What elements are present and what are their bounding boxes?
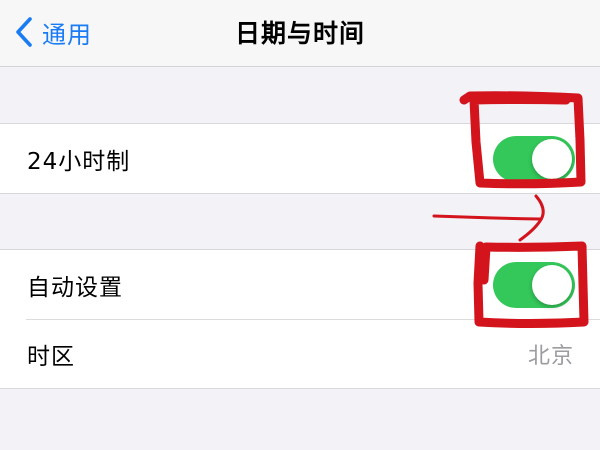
page-title: 日期与时间 bbox=[234, 19, 365, 48]
settings-group-auto: 自动设置 时区 北京 bbox=[0, 249, 600, 389]
setting-label-24-hour: 24小时制 bbox=[27, 148, 131, 175]
annotation-arrow bbox=[432, 194, 545, 242]
settings-group-time-format: 24小时制 bbox=[0, 123, 600, 194]
setting-row-set-automatically: 自动设置 bbox=[0, 250, 600, 319]
time-zone-value: 北京 bbox=[527, 343, 574, 369]
setting-row-time-zone[interactable]: 时区 北京 bbox=[0, 319, 600, 388]
toggle-knob bbox=[532, 264, 572, 305]
toggle-24-hour[interactable] bbox=[493, 135, 575, 182]
setting-row-24-hour: 24小时制 bbox=[0, 124, 600, 193]
toggle-set-automatically[interactable] bbox=[493, 261, 575, 308]
setting-label-set-automatically: 自动设置 bbox=[27, 274, 123, 301]
setting-label-time-zone: 时区 bbox=[27, 343, 75, 370]
navigation-bar: 通用 日期与时间 bbox=[0, 0, 600, 67]
toggle-knob bbox=[532, 138, 572, 179]
